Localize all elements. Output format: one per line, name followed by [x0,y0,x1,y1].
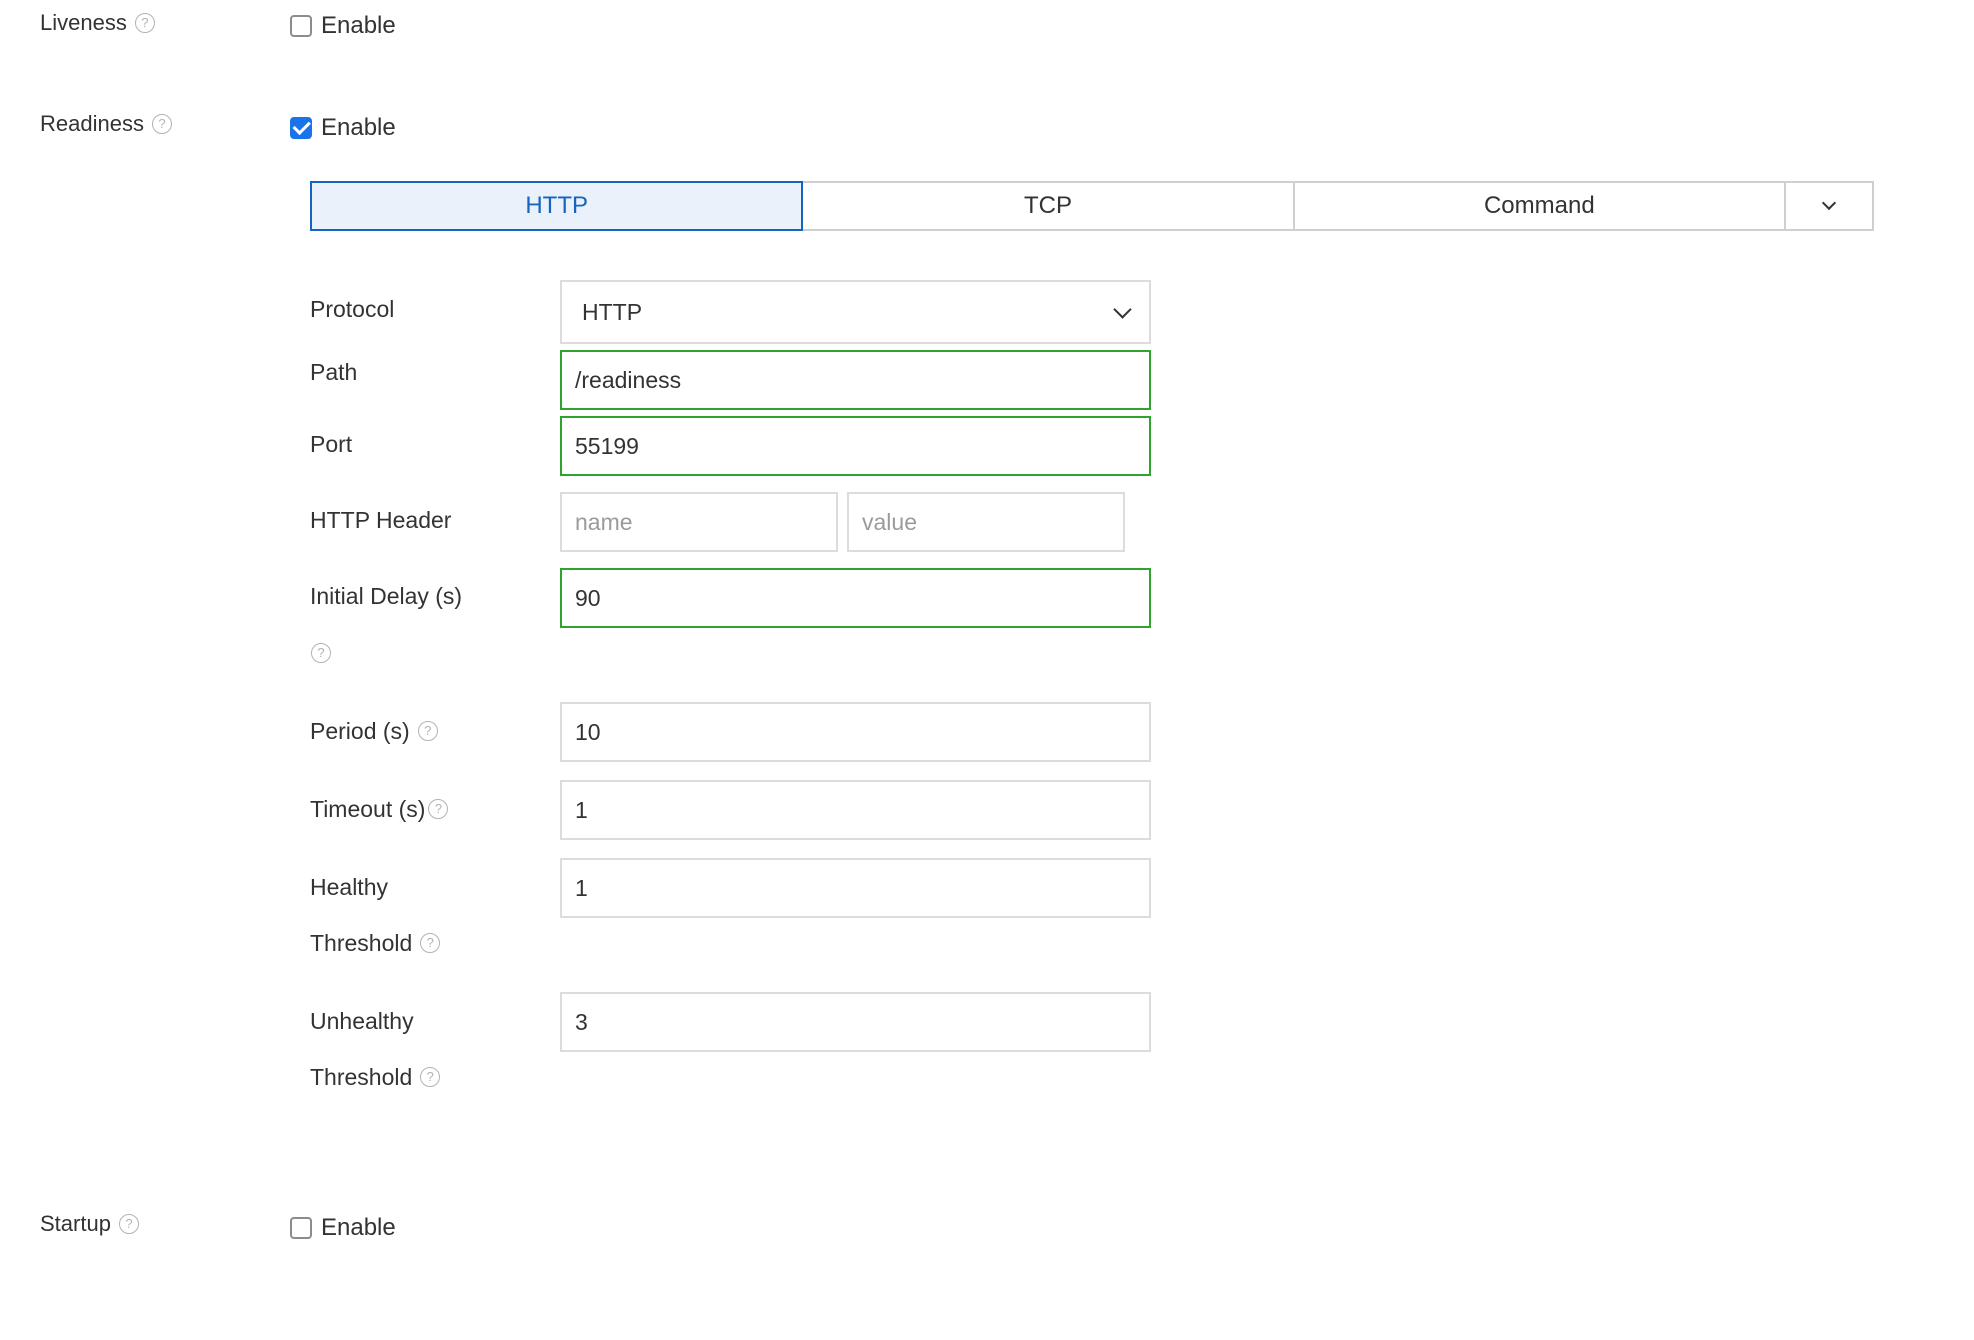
probe-type-tabs: HTTP TCP Command [310,181,1874,231]
path-input[interactable]: /readiness [560,350,1151,410]
unhealthy-threshold-label-text: Unhealthy [310,1007,414,1034]
path-label: Path [310,357,357,387]
startup-help-icon[interactable]: ? [118,1214,139,1234]
initial-delay-input[interactable]: 90 [560,568,1151,628]
startup-label-group: Startup ? [40,1209,139,1239]
healthy-threshold-help-icon[interactable]: ? [420,933,441,953]
healthy-threshold-label-text: Healthy [310,873,388,900]
port-input[interactable]: 55199 [560,416,1151,476]
http-header-label: HTTP Header [310,505,451,535]
healthy-threshold-label-line1: Healthy [310,872,388,902]
http-header-name-input[interactable]: name [560,492,838,552]
tab-command[interactable]: Command [1295,183,1786,229]
readiness-label: Readiness [40,111,144,136]
healthy-threshold-input[interactable]: 1 [560,858,1151,918]
port-label: Port [310,429,352,459]
protocol-select[interactable]: HTTP [560,280,1151,344]
unhealthy-threshold-label-text-2: Threshold [310,1063,413,1090]
period-input[interactable]: 10 [560,702,1151,762]
liveness-enable-checkbox[interactable]: Enable [290,10,396,42]
timeout-label-text: Timeout (s) [310,795,426,822]
liveness-checkbox-box[interactable] [290,15,312,37]
check-icon[interactable] [290,117,312,139]
readiness-enable-label: Enable [321,114,396,141]
unhealthy-threshold-help-icon[interactable]: ? [420,1067,441,1087]
unhealthy-threshold-input[interactable]: 3 [560,992,1151,1052]
protocol-label-text: Protocol [310,295,395,322]
tab-http[interactable]: HTTP [310,181,804,231]
startup-enable-checkbox[interactable]: Enable [290,1212,396,1244]
chevron-down-icon [1821,195,1837,211]
http-header-value-input[interactable]: value [847,492,1125,552]
port-label-text: Port [310,430,353,457]
liveness-enable-label: Enable [321,12,396,39]
liveness-help-icon[interactable]: ? [134,13,155,33]
period-help-icon[interactable]: ? [417,721,438,741]
protocol-select-value: HTTP [582,298,643,325]
timeout-help-icon[interactable]: ? [428,799,449,819]
period-label-text: Period (s) [310,717,410,744]
chevron-down-icon [1113,299,1132,319]
period-label: Period (s) ? [310,716,438,746]
http-header-label-text: HTTP Header [310,506,452,533]
initial-delay-label-text: Initial Delay (s) [310,582,463,609]
healthy-threshold-label-text-2: Threshold [310,929,413,956]
readiness-help-icon[interactable]: ? [151,114,172,134]
unhealthy-threshold-label-line2: Threshold ? [310,1062,441,1092]
startup-label: Startup [40,1211,111,1236]
readiness-enable-checkbox[interactable]: Enable [290,112,396,144]
liveness-label-group: Liveness ? [40,8,155,38]
liveness-label: Liveness [40,10,127,35]
startup-checkbox-box[interactable] [290,1217,312,1239]
startup-enable-label: Enable [321,1214,396,1241]
healthy-threshold-label-line2: Threshold ? [310,928,441,958]
protocol-label: Protocol [310,294,394,324]
timeout-label: Timeout (s) ? [310,794,449,824]
timeout-input[interactable]: 1 [560,780,1151,840]
path-label-text: Path [310,358,358,385]
initial-delay-label: Initial Delay (s) [310,581,462,611]
readiness-label-group: Readiness ? [40,109,172,139]
initial-delay-help-icon[interactable]: ? [311,643,331,663]
tab-tcp[interactable]: TCP [803,183,1295,229]
tab-more-dropdown[interactable] [1786,183,1872,229]
unhealthy-threshold-label-line1: Unhealthy [310,1006,414,1036]
